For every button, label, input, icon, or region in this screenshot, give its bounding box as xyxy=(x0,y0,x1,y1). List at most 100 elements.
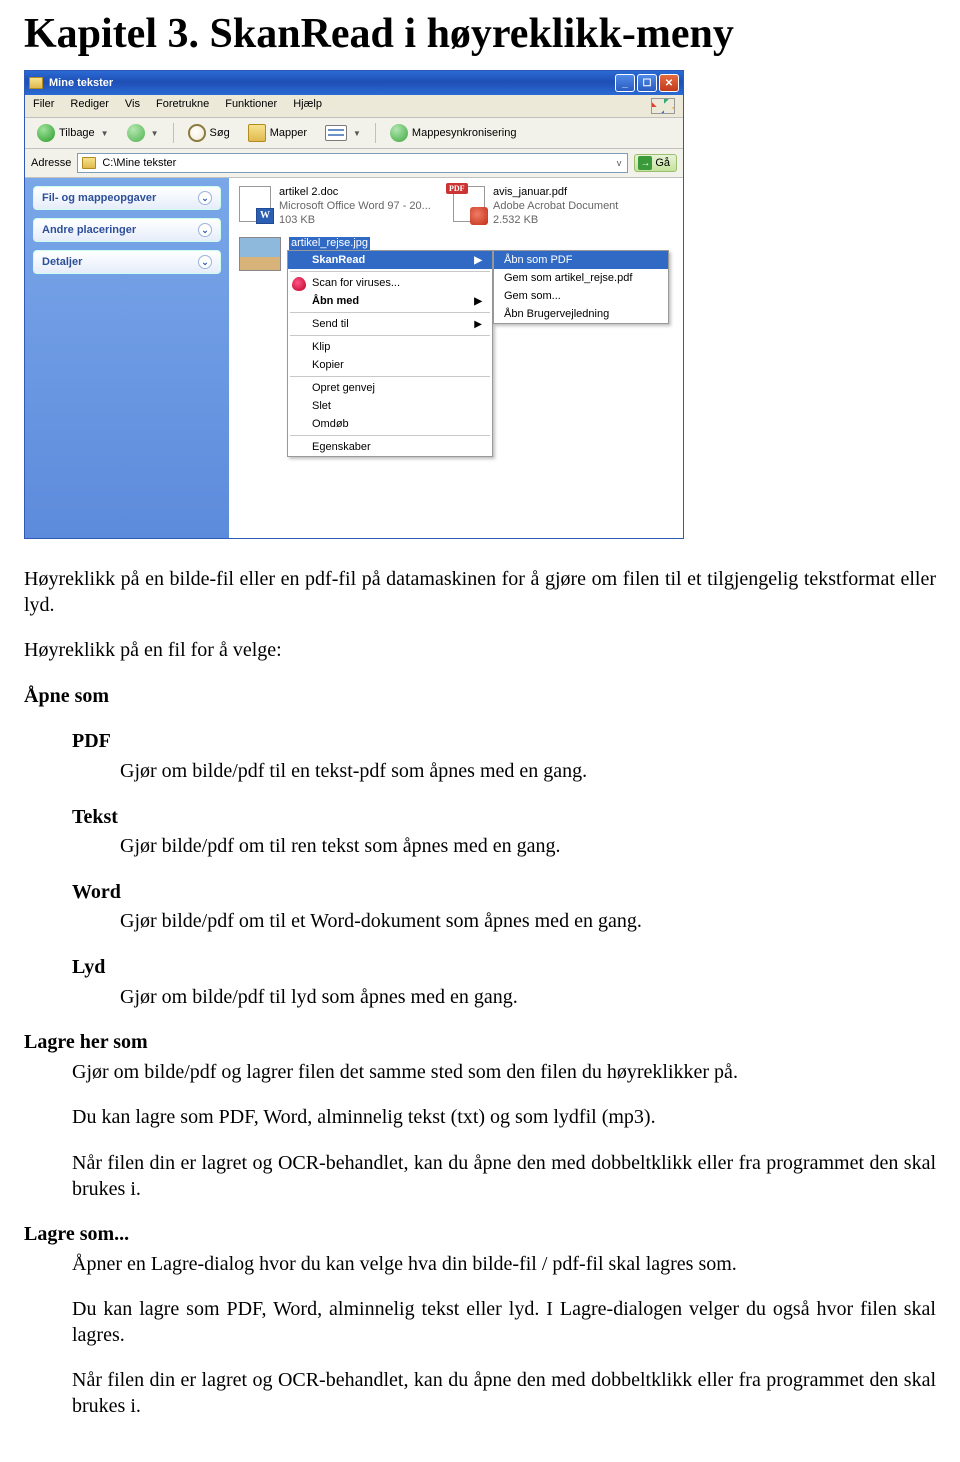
ctx-label: SkanRead xyxy=(312,254,365,266)
file-item-doc[interactable]: artikel 2.doc Microsoft Office Word 97 -… xyxy=(239,186,439,227)
go-arrow-icon: → xyxy=(638,156,652,170)
sub-item-open-pdf[interactable]: Åbn som PDF xyxy=(494,251,668,269)
heading-lagre-som: Lagre som... xyxy=(24,1222,936,1248)
folders-icon xyxy=(248,124,266,142)
file-meta: Adobe Acrobat Document xyxy=(493,200,618,214)
separator xyxy=(173,123,174,143)
paragraph: Høyreklikk på en fil for å velge: xyxy=(24,638,936,664)
ctx-item-openwith[interactable]: Åbn med ▶ xyxy=(288,292,492,310)
paragraph: Gjør om bilde/pdf og lagrer filen det sa… xyxy=(24,1060,936,1086)
paragraph: Du kan lagre som PDF, Word, alminnelig t… xyxy=(24,1105,936,1131)
sub-item-save-here-pdf[interactable]: Gem som artikel_rejse.pdf xyxy=(494,269,668,287)
separator xyxy=(375,123,376,143)
chapter-title: Kapitel 3. SkanRead i høyreklikk-meny xyxy=(24,10,936,58)
ctx-item-rename[interactable]: Omdøb xyxy=(288,415,492,433)
context-menu: SkanRead ▶ Scan for viruses... Åbn med ▶… xyxy=(287,250,493,457)
ctx-item-sendto[interactable]: Send til ▶ xyxy=(288,315,492,333)
menu-item[interactable]: Vis xyxy=(125,98,140,114)
maximize-button[interactable]: ☐ xyxy=(637,74,657,92)
chevron-icon[interactable]: ⌄ xyxy=(198,223,212,237)
minimize-button[interactable]: _ xyxy=(615,74,635,92)
shield-icon xyxy=(292,277,306,291)
side-panel-details[interactable]: Detaljer ⌄ xyxy=(33,250,221,274)
views-icon xyxy=(325,125,347,141)
address-value: C:\Mine tekster xyxy=(102,157,176,169)
heading-word: Word xyxy=(24,880,936,906)
sub-label: Gem som artikel_rejse.pdf xyxy=(504,272,632,284)
paragraph: Åpner en Lagre-dialog hvor du kan velge … xyxy=(24,1252,936,1278)
sync-button[interactable]: Mappesynkronisering xyxy=(384,122,523,144)
paragraph: Gjør bilde/pdf om til ren tekst som åpne… xyxy=(24,834,936,860)
folders-button[interactable]: Mapper xyxy=(242,122,313,144)
sub-item-save-as[interactable]: Gem som... xyxy=(494,287,668,305)
heading-tekst: Tekst xyxy=(24,805,936,831)
address-label: Adresse xyxy=(31,157,71,169)
views-button[interactable]: ▼ xyxy=(319,123,367,143)
sub-label: Gem som... xyxy=(504,290,561,302)
side-panel-title: Detaljer xyxy=(42,256,82,268)
file-meta: 2.532 KB xyxy=(493,214,618,228)
heading-apne-som: Åpne som xyxy=(24,684,936,710)
chevron-down-icon: ▼ xyxy=(101,129,109,138)
go-label: Gå xyxy=(655,157,670,169)
file-list: artikel 2.doc Microsoft Office Word 97 -… xyxy=(229,178,683,538)
chevron-down-icon[interactable]: v xyxy=(615,158,624,168)
ctx-item-scan[interactable]: Scan for viruses... xyxy=(288,274,492,292)
heading-pdf: PDF xyxy=(24,729,936,755)
menu-item[interactable]: Foretrukne xyxy=(156,98,209,114)
search-label: Søg xyxy=(210,127,230,139)
ctx-item-properties[interactable]: Egenskaber xyxy=(288,438,492,456)
side-panel-title: Fil- og mappeopgaver xyxy=(42,192,156,204)
window-title: Mine tekster xyxy=(49,77,113,89)
paragraph: Når filen din er lagret og OCR-behandlet… xyxy=(24,1151,936,1202)
ctx-label: Kopier xyxy=(312,359,344,371)
task-pane: Fil- og mappeopgaver ⌄ Andre placeringer… xyxy=(25,178,229,538)
file-name: artikel 2.doc xyxy=(279,186,431,200)
chevron-down-icon: ▼ xyxy=(353,129,361,138)
sub-item-open-guide[interactable]: Åbn Brugervejledning xyxy=(494,305,668,323)
ctx-item-shortcut[interactable]: Opret genvej xyxy=(288,379,492,397)
file-name: avis_januar.pdf xyxy=(493,186,618,200)
menu-item[interactable]: Funktioner xyxy=(225,98,277,114)
menu-item[interactable]: Rediger xyxy=(70,98,109,114)
toolbar: Tilbage ▼ ▼ Søg Mapper ▼ Mappesynkronise… xyxy=(25,118,683,149)
chevron-down-icon: ▼ xyxy=(151,129,159,138)
search-button[interactable]: Søg xyxy=(182,122,236,144)
chevron-icon[interactable]: ⌄ xyxy=(198,255,212,269)
side-panel-places[interactable]: Andre placeringer ⌄ xyxy=(33,218,221,242)
back-button[interactable]: Tilbage ▼ xyxy=(31,122,115,144)
file-name: artikel_rejse.jpg xyxy=(289,237,370,251)
heading-lagre-her: Lagre her som xyxy=(24,1030,936,1056)
pdf-badge: PDF xyxy=(446,183,468,194)
menu-item[interactable]: Hjælp xyxy=(293,98,322,114)
paragraph: Du kan lagre som PDF, Word, alminnelig t… xyxy=(24,1297,936,1348)
go-button[interactable]: → Gå xyxy=(634,154,677,172)
ctx-item-delete[interactable]: Slet xyxy=(288,397,492,415)
menu-item[interactable]: Filer xyxy=(33,98,54,114)
pdf-file-icon: PDF xyxy=(453,186,485,222)
sync-label: Mappesynkronisering xyxy=(412,127,517,139)
ctx-label: Klip xyxy=(312,341,330,353)
paragraph: Gjør bilde/pdf om til et Word-dokument s… xyxy=(24,909,936,935)
image-file-icon xyxy=(239,237,281,271)
paragraph: Gjør om bilde/pdf til en tekst-pdf som å… xyxy=(24,759,936,785)
sync-icon xyxy=(390,124,408,142)
window-body: Fil- og mappeopgaver ⌄ Andre placeringer… xyxy=(25,178,683,538)
windows-flag-icon xyxy=(651,98,675,114)
ctx-item-skanread[interactable]: SkanRead ▶ xyxy=(288,251,492,269)
address-input[interactable]: C:\Mine tekster v xyxy=(77,153,628,173)
paragraph: Høyreklikk på en bilde-fil eller en pdf-… xyxy=(24,567,936,618)
chevron-icon[interactable]: ⌄ xyxy=(198,191,212,205)
side-panel-tasks[interactable]: Fil- og mappeopgaver ⌄ xyxy=(33,186,221,210)
forward-button[interactable]: ▼ xyxy=(121,122,165,144)
file-meta: Microsoft Office Word 97 - 20... xyxy=(279,200,431,214)
skanread-submenu: Åbn som PDF Gem som artikel_rejse.pdf Ge… xyxy=(493,250,669,324)
ctx-item-copy[interactable]: Kopier xyxy=(288,356,492,374)
file-meta: 103 KB xyxy=(279,214,431,228)
forward-icon xyxy=(127,124,145,142)
ctx-label: Opret genvej xyxy=(312,382,375,394)
ctx-item-cut[interactable]: Klip xyxy=(288,338,492,356)
close-button[interactable]: ✕ xyxy=(659,74,679,92)
file-item-pdf[interactable]: PDF avis_januar.pdf Adobe Acrobat Docume… xyxy=(453,186,653,227)
title-bar: Mine tekster _ ☐ ✕ xyxy=(25,71,683,95)
